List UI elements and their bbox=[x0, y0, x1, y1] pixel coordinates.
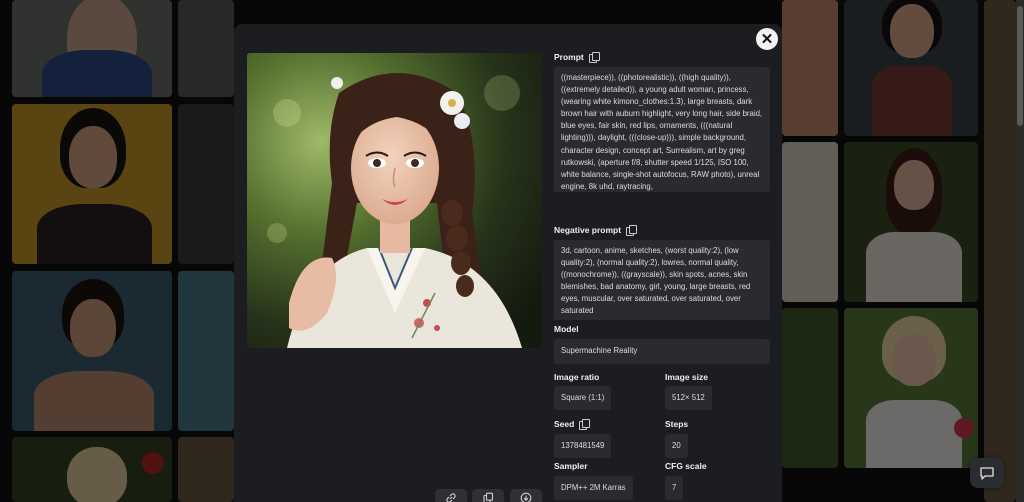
image-size-label: Image size bbox=[665, 372, 708, 382]
prompt-text: ((masterpiece)), ((photorealistic)), ((h… bbox=[554, 67, 770, 192]
chat-support-button[interactable] bbox=[970, 458, 1004, 488]
seed-label: Seed bbox=[554, 419, 591, 430]
image-ratio-label: Image ratio bbox=[554, 372, 600, 382]
model-value: Supermachine Reality bbox=[554, 339, 770, 364]
generated-image bbox=[247, 53, 542, 348]
prompt-label: Prompt bbox=[554, 52, 600, 63]
seed-value: 1378481549 bbox=[554, 434, 612, 458]
copy-icon[interactable] bbox=[588, 52, 600, 63]
image-size-value: 512× 512 bbox=[665, 386, 712, 410]
copy-link-button[interactable] bbox=[435, 489, 467, 502]
close-button[interactable]: ✕ bbox=[756, 28, 778, 50]
image-detail-modal: ✕ Prompt ((masterpiece)), ((photorealist… bbox=[234, 24, 782, 502]
sampler-value: DPM++ 2M Karras bbox=[554, 476, 633, 500]
cfg-scale-value: 7 bbox=[665, 476, 684, 500]
download-button[interactable] bbox=[510, 489, 542, 502]
copy-icon bbox=[483, 492, 494, 502]
download-icon bbox=[520, 492, 532, 502]
portrait-illustration bbox=[247, 53, 542, 348]
copy-icon[interactable] bbox=[626, 225, 638, 236]
image-ratio-value: Square (1:1) bbox=[554, 386, 612, 410]
scrollbar[interactable] bbox=[1016, 0, 1024, 502]
negative-prompt-text: 3d, cartoon, anime, sketches, (worst qua… bbox=[554, 240, 770, 320]
model-label: Model bbox=[554, 324, 579, 334]
scrollbar-thumb[interactable] bbox=[1017, 6, 1023, 126]
steps-label: Steps bbox=[665, 419, 689, 429]
copy-settings-button[interactable] bbox=[472, 489, 504, 502]
negative-prompt-label: Negative prompt bbox=[554, 225, 638, 236]
copy-icon[interactable] bbox=[579, 419, 591, 430]
cfg-scale-label: CFG scale bbox=[665, 461, 707, 471]
sampler-label: Sampler bbox=[554, 461, 588, 471]
close-icon: ✕ bbox=[760, 30, 774, 48]
steps-value: 20 bbox=[665, 434, 688, 458]
link-icon bbox=[446, 493, 456, 502]
chat-icon bbox=[980, 467, 994, 480]
